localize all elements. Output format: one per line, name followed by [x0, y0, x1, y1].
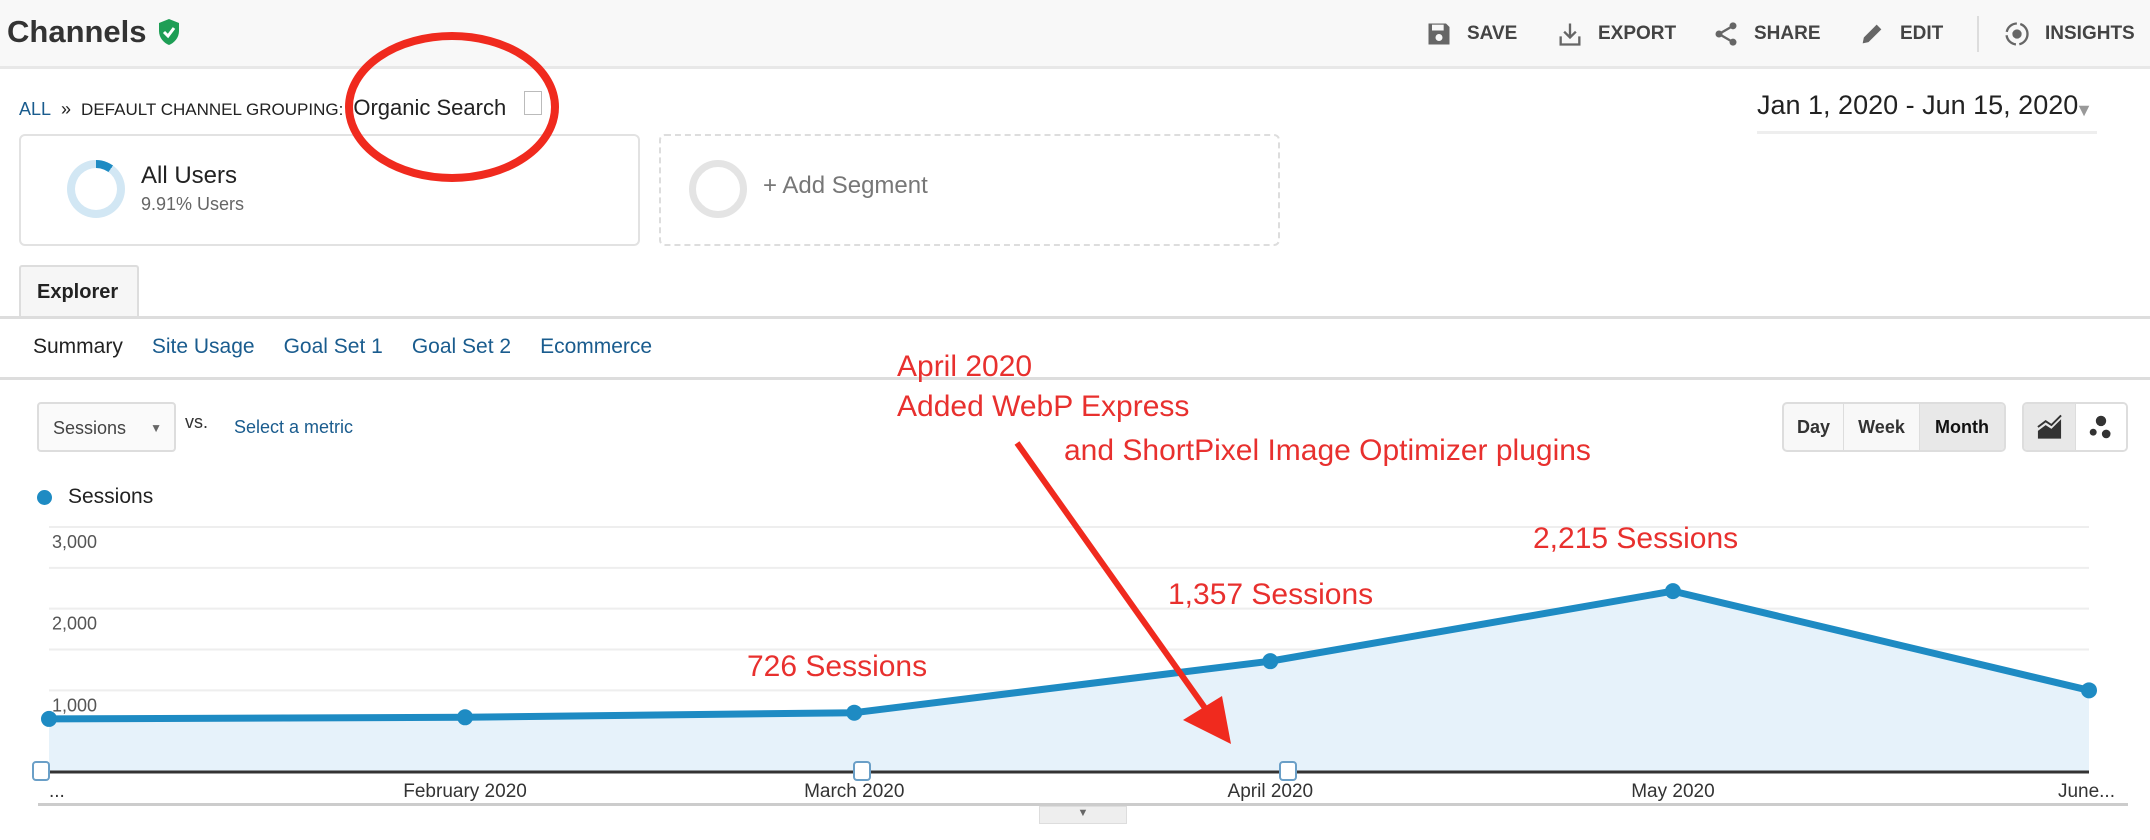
data-point — [1262, 653, 1279, 670]
x-tick-label: April 2020 — [1228, 781, 1314, 802]
y-tick-label: 2,000 — [52, 614, 97, 634]
data-point — [41, 710, 57, 727]
annotation-april-sessions: 1,357 Sessions — [1168, 578, 1374, 611]
data-point — [457, 709, 474, 726]
annotation-marker-icon — [853, 761, 871, 781]
x-tick-label: February 2020 — [403, 781, 527, 802]
highlight-circle — [345, 32, 559, 182]
x-tick-label: June... — [2058, 781, 2115, 802]
annotation-marker-icon — [1279, 761, 1297, 781]
annotation-may-sessions: 2,215 Sessions — [1533, 522, 1739, 555]
x-tick-label: March 2020 — [804, 781, 904, 802]
expand-chart-button[interactable]: ▼ — [1039, 806, 1127, 824]
x-tick-label: May 2020 — [1631, 781, 1714, 802]
annotation-note-line: April 2020 — [897, 350, 1033, 383]
annotation-march-sessions: 726 Sessions — [747, 650, 928, 683]
annotation-note-line: and ShortPixel Image Optimizer plugins — [1064, 434, 1591, 467]
annotation-marker-icon — [32, 761, 50, 781]
y-tick-label: 1,000 — [52, 695, 97, 715]
x-tick-label: ... — [49, 781, 65, 802]
y-tick-label: 3,000 — [52, 532, 97, 552]
data-point — [2081, 682, 2097, 699]
annotation-note-line: Added WebP Express — [897, 390, 1190, 423]
annotation-arrow-shaft — [1014, 441, 1208, 710]
data-point — [846, 704, 863, 721]
data-point — [1664, 583, 1681, 600]
